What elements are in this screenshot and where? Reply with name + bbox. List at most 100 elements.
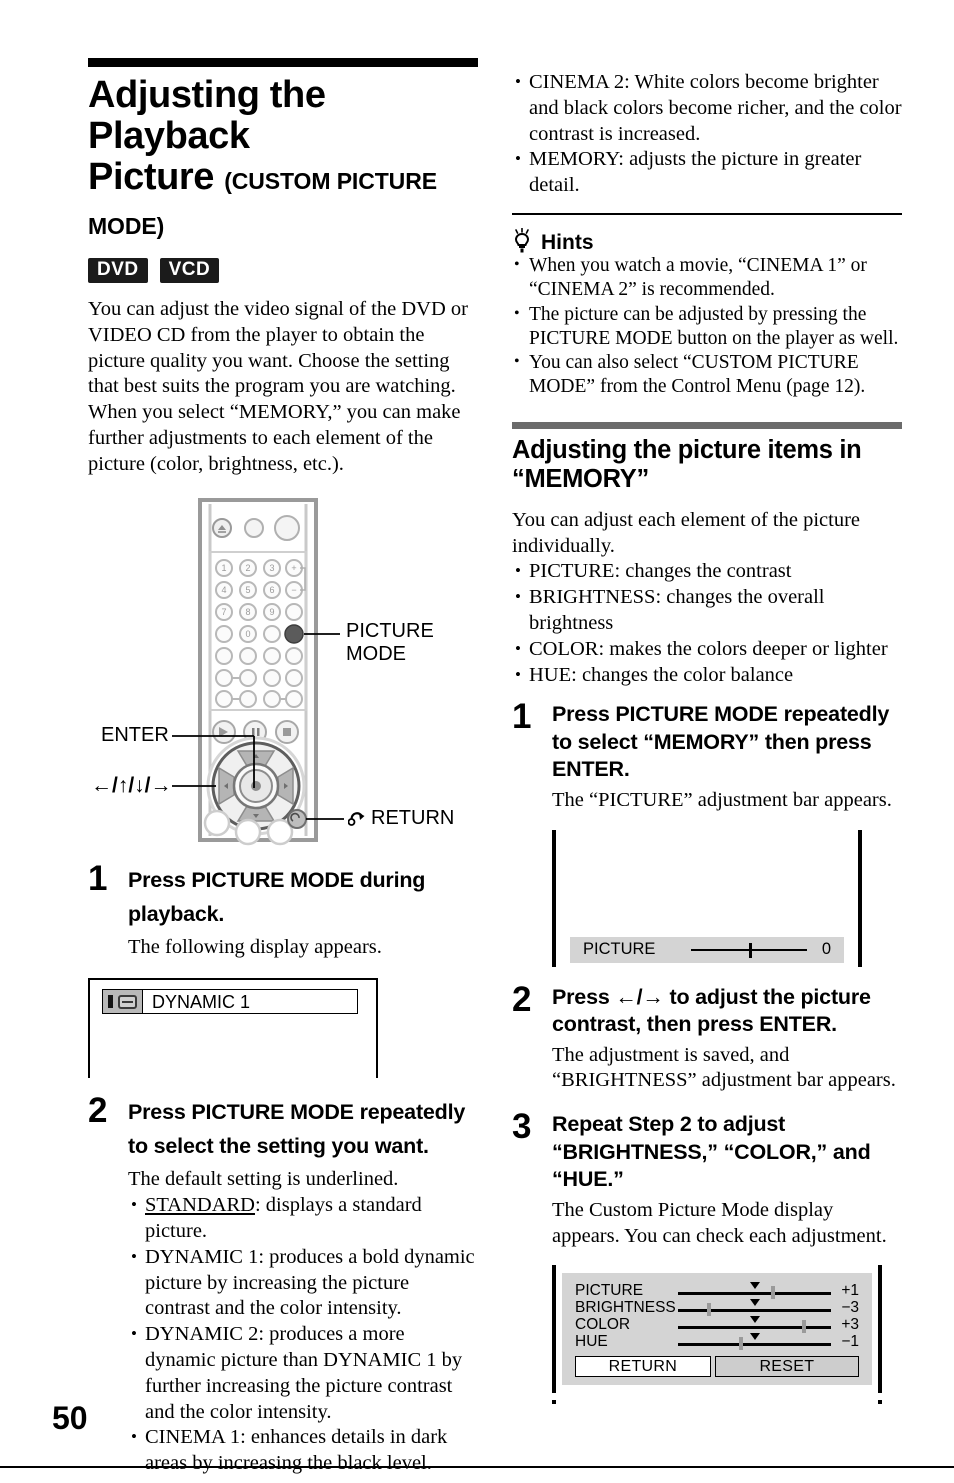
section-heading-line2: “MEMORY” [512, 464, 649, 493]
cpm-label: HUE [575, 1332, 608, 1350]
section-heading-line1: Adjusting the picture items in [512, 435, 862, 464]
list-item: The picture can be adjusted by pressing … [512, 302, 902, 352]
cpm-center-marker-icon [749, 1282, 760, 1290]
cpm-label: PICTURE [575, 1281, 644, 1299]
cpm-value: +1 [841, 1281, 859, 1299]
left-step-1: 1 Press PICTURE MODE during playback. Th… [88, 861, 478, 961]
hints-heading: Hints [512, 227, 902, 254]
osd-mode-icons [103, 990, 143, 1014]
lightbulb-icon [514, 227, 530, 253]
list-item: DYNAMIC 2: produces a more dynamic pictu… [128, 1321, 478, 1425]
list-item: MEMORY: adjusts the picture in greater d… [512, 146, 902, 199]
callout-picture-mode-line1: PICTURE [346, 619, 434, 642]
option-name: STANDARD [145, 1194, 255, 1217]
cpm-center-marker-icon [749, 1316, 760, 1324]
svg-text:8: 8 [245, 607, 250, 617]
disc-indicator-icon [108, 995, 113, 1009]
cpm-knob [801, 1320, 806, 1334]
cpm-return-button[interactable]: RETURN [575, 1356, 711, 1378]
option-name: PICTURE [529, 560, 615, 583]
section-heading: Adjusting the picture items in “MEMORY” [512, 436, 902, 494]
cpm-row-picture: PICTURE +1 [575, 1281, 859, 1300]
right-step-3-number: 3 [512, 1107, 531, 1147]
osd-picture-mode-display: DYNAMIC 1 [88, 978, 378, 1079]
callout-picture-mode: PICTURE MODE [346, 620, 434, 666]
cpm-label: BRIGHTNESS [575, 1298, 676, 1316]
picture-adjustment-bar: PICTURE 0 [570, 936, 844, 963]
right-step-3-heading: Repeat Step 2 to adjust “BRIGHTNESS,” “C… [552, 1112, 871, 1192]
cpm-panel: PICTURE +1 BRIGHTNESS −3 COLOR +3 HUE −1… [562, 1273, 872, 1386]
cpm-crop-mark-right [878, 1400, 882, 1405]
callout-picture-mode-line2: MODE [346, 642, 406, 665]
list-item: When you watch a movie, “CINEMA 1” or “C… [512, 253, 902, 303]
page-number: 50 [52, 1400, 88, 1436]
option-text: : makes the colors deeper or lighter [598, 637, 888, 660]
left-step-1-heading: Press PICTURE MODE during playback. [128, 867, 426, 926]
cpm-line [678, 1343, 831, 1346]
hints-divider [512, 212, 902, 215]
left-step-2-heading: Press PICTURE MODE repeatedly to select … [128, 1100, 466, 1159]
option-name: MEMORY [529, 148, 619, 171]
svg-text:+: + [291, 563, 296, 573]
cpm-edge-left [552, 1265, 556, 1394]
list-item: CINEMA 1: enhances details in dark areas… [128, 1424, 478, 1477]
cpm-label: COLOR [575, 1315, 631, 1333]
cpm-value: −3 [841, 1298, 859, 1316]
svg-text:4: 4 [221, 585, 226, 595]
cpm-line [678, 1292, 831, 1295]
callout-direction-arrows: ←/↑/↓/→ [91, 773, 172, 797]
screen-edge-left [552, 829, 556, 967]
svg-text:3: 3 [269, 563, 274, 573]
intro-paragraph: You can adjust the video signal of the D… [88, 298, 468, 475]
page-title: Adjusting the Playback Picture (CUSTOM P… [88, 75, 478, 247]
cpm-buttons: RETURN RESET [575, 1356, 859, 1378]
cpm-center-marker-icon [749, 1299, 760, 1307]
memory-items-list: PICTURE: changes the contrast BRIGHTNESS… [512, 558, 902, 688]
cpm-row-color: COLOR +3 [575, 1315, 859, 1334]
picture-mode-icon [118, 994, 137, 1009]
picture-mode-button-highlight [284, 623, 304, 644]
callout-return: RETURN [348, 807, 454, 830]
left-step-2: 2 Press PICTURE MODE repeatedly to selec… [88, 1093, 478, 1477]
cpm-knob [739, 1337, 744, 1351]
right-step-3-body: The Custom Picture Mode display appears.… [552, 1198, 887, 1247]
svg-text:5: 5 [245, 585, 250, 595]
cpm-reset-button[interactable]: RESET [714, 1356, 859, 1378]
right-step-1-heading: Press PICTURE MODE repeatedly to select … [552, 702, 890, 782]
hints-label: Hints [541, 230, 594, 254]
cpm-track [678, 1282, 831, 1300]
cpm-row-brightness: BRIGHTNESS −3 [575, 1298, 859, 1317]
cpm-line [678, 1326, 831, 1329]
right-step-1: 1 Press PICTURE MODE repeatedly to selec… [512, 699, 902, 813]
osd-picture-adjustment-screen: PICTURE 0 [552, 829, 862, 967]
screen-edge-right [858, 829, 862, 967]
media-badges: DVD VCD [88, 258, 478, 283]
list-item: COLOR: makes the colors deeper or lighte… [512, 636, 902, 663]
right-step-2-body: The adjustment is saved, and “BRIGHTNESS… [552, 1043, 896, 1092]
picture-mode-options-continued: CINEMA 2: White colors become brighter a… [512, 69, 902, 199]
svg-text:1: 1 [221, 563, 226, 573]
svg-text:0: 0 [245, 629, 250, 639]
list-item: DYNAMIC 1: produces a bold dynamic pictu… [128, 1244, 478, 1322]
option-text: : changes the contrast [614, 560, 792, 583]
callout-enter: ENTER [101, 723, 169, 746]
svg-text:7: 7 [221, 607, 226, 617]
cpm-line [678, 1309, 831, 1312]
right-step-2-heading: Press ←/→ to adjust the picture contrast… [552, 984, 871, 1037]
option-name: DYNAMIC 2 [145, 1323, 259, 1346]
memory-section: Adjusting the picture items in “MEMORY” … [512, 421, 902, 689]
list-item: BRIGHTNESS: changes the overall brightne… [512, 584, 902, 637]
page-title-line1: Adjusting the Playback [88, 74, 326, 157]
svg-text:6: 6 [269, 585, 274, 595]
cpm-center-marker-icon [749, 1333, 760, 1341]
footer-rule [0, 1466, 954, 1468]
left-step-1-body: The following display appears. [128, 935, 382, 958]
cpm-knob [707, 1303, 712, 1317]
cpm-track [678, 1333, 831, 1351]
svg-text:−: − [291, 585, 296, 595]
badge-vcd: VCD [159, 258, 220, 283]
return-arrow-icon [348, 811, 365, 826]
svg-text:2: 2 [245, 563, 250, 573]
hints-list: When you watch a movie, “CINEMA 1” or “C… [512, 253, 902, 400]
option-name: CINEMA 2 [529, 71, 625, 93]
